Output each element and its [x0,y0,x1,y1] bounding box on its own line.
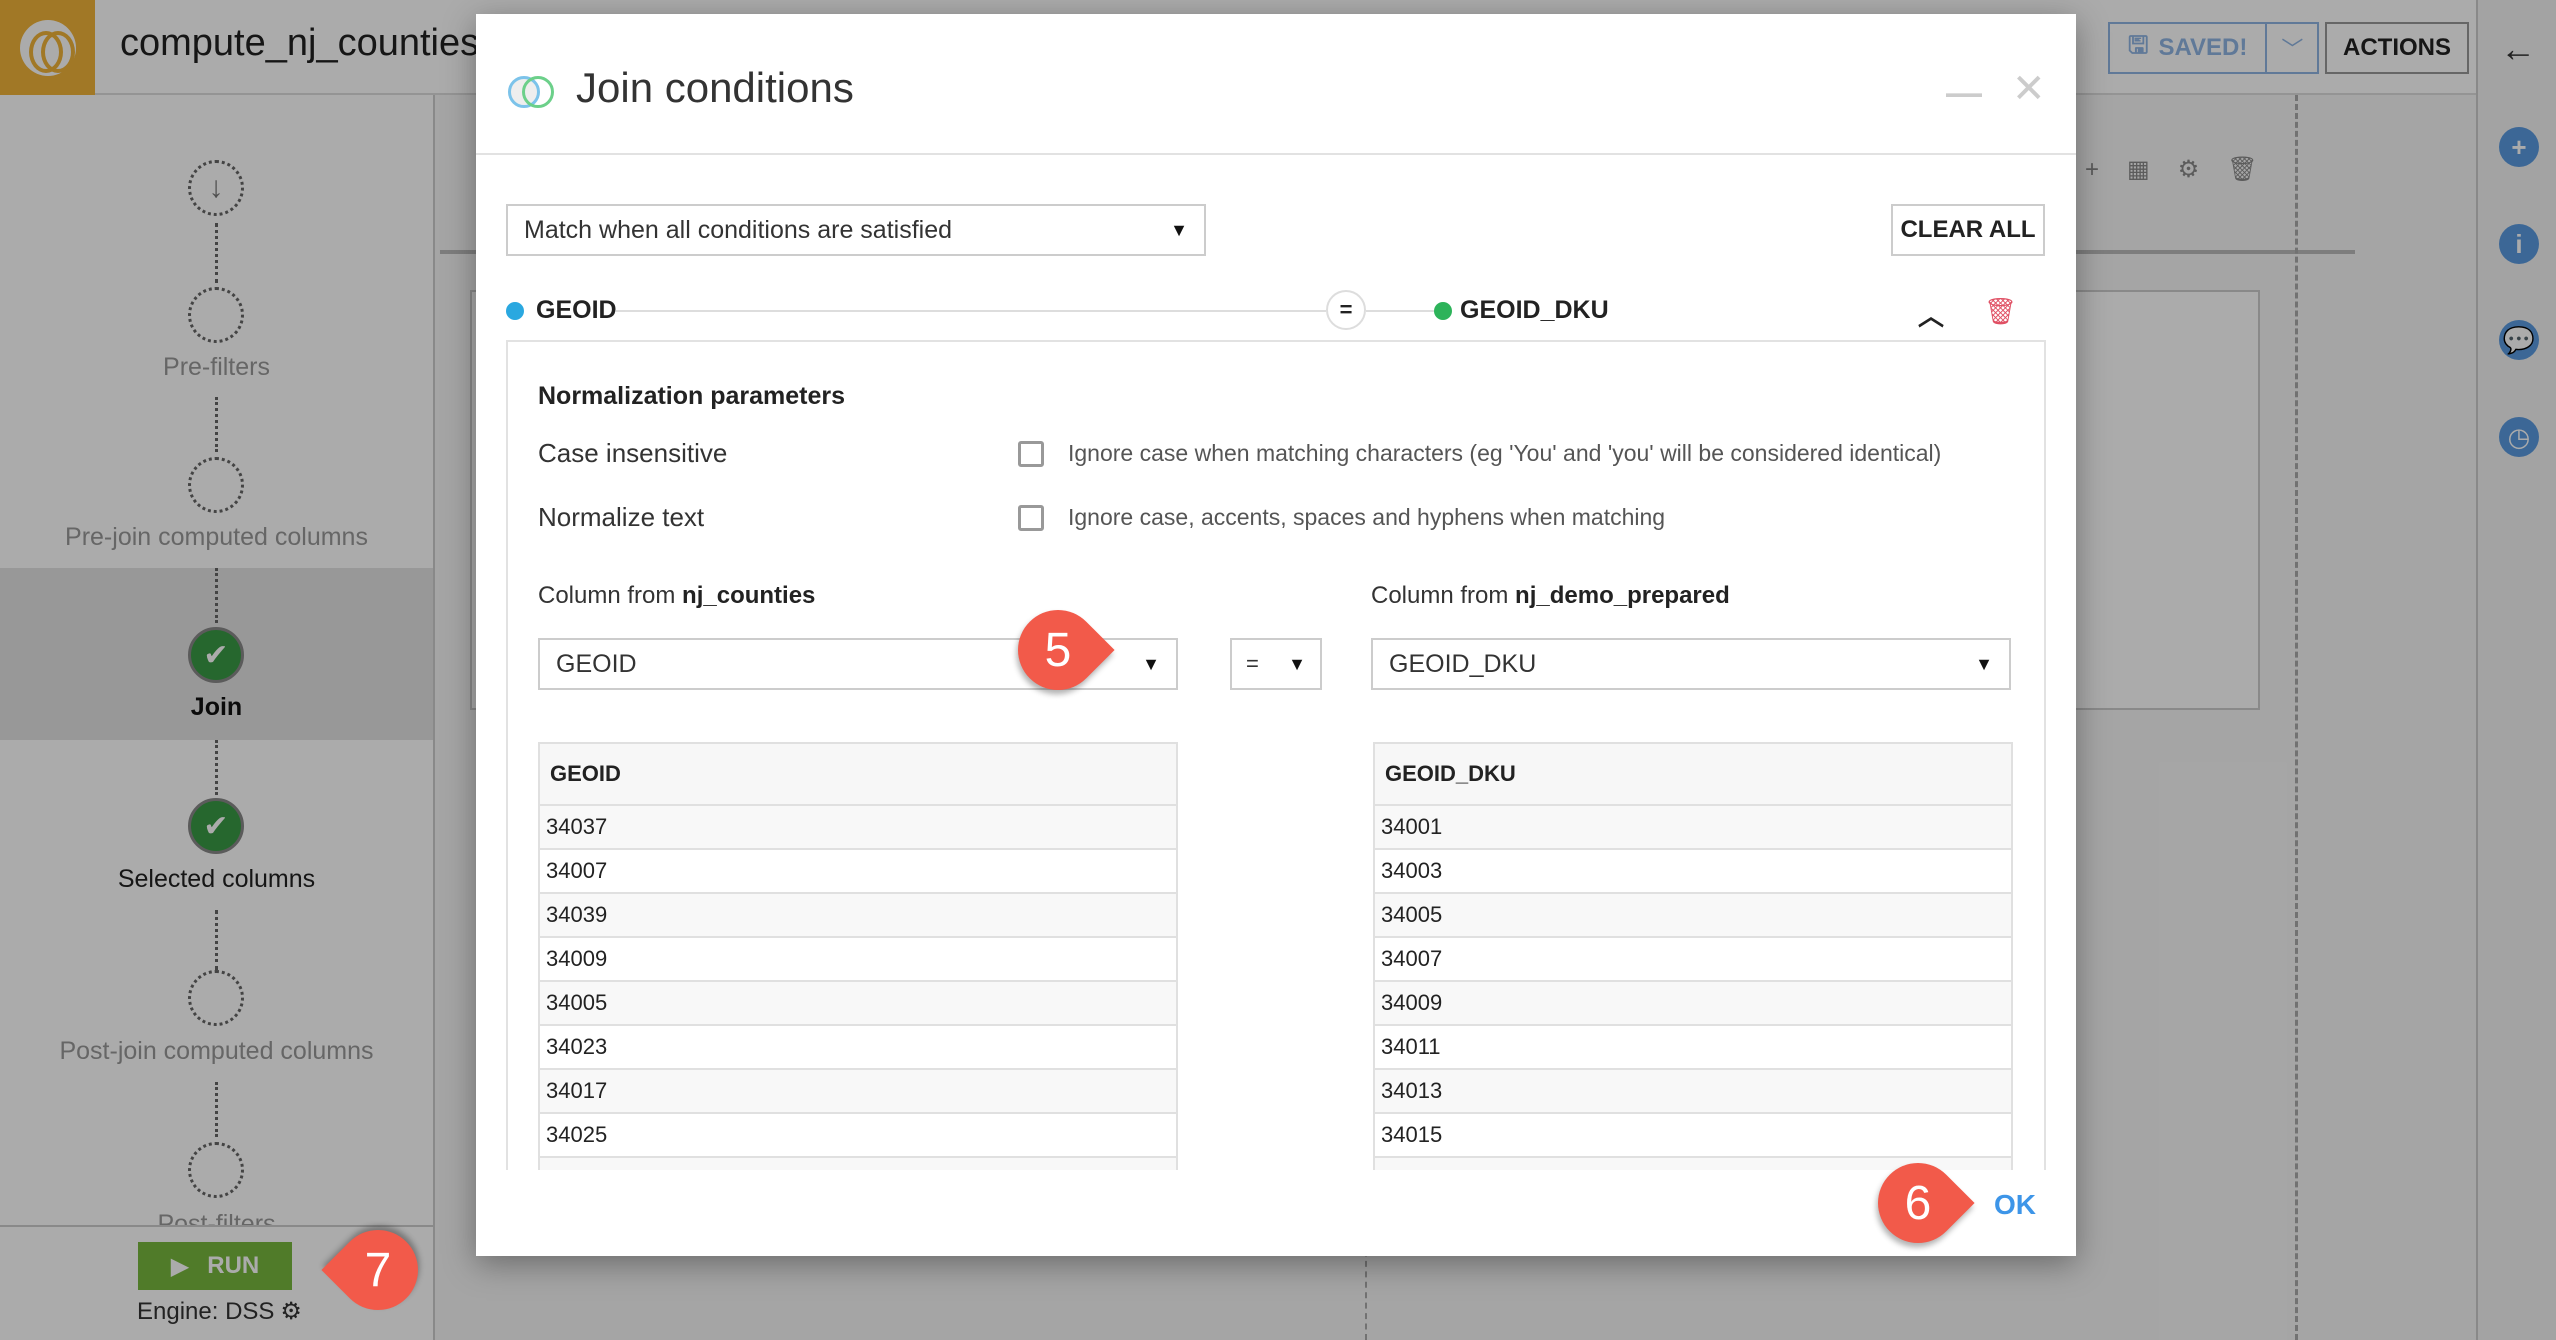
table-row: 34007 [1375,938,2011,982]
callout-number: 5 [1044,623,1072,677]
table-row: 34003 [1375,850,2011,894]
callout-number: 6 [1904,1176,1932,1230]
left-dataset-dot [506,302,524,320]
match-mode-value: Match when all conditions are satisfied [524,215,953,244]
left-column-from-label: Column from nj_counties [538,582,815,610]
clear-all-button[interactable]: CLEAR ALL [1891,204,2045,256]
right-column-from-label: Column from nj_demo_prepared [1371,582,1730,610]
modal-title: Join conditions [576,64,854,111]
table-row: 34007 [540,850,1176,894]
normalize-text-label: Normalize text [538,502,705,532]
join-condition-row[interactable]: GEOID = GEOID_DKU ︿ 🗑 [506,284,2046,336]
caret-down-icon: ▼ [1288,653,1306,674]
normalization-title: Normalization parameters [538,382,846,410]
join-conditions-modal: Join conditions — ✕ Match when all condi… [476,14,2076,1256]
table-row-partial [540,1158,1176,1170]
table-row: 34011 [1375,1026,2011,1070]
ok-button[interactable]: OK [1994,1189,2036,1221]
table-row: 34025 [540,1114,1176,1158]
condition-details-panel: Normalization parameters Case insensitiv… [506,340,2046,1170]
table-row: 34001 [1375,806,2011,850]
right-column-prefix: Column from [1371,582,1516,609]
right-dataset-dot [1434,302,1452,320]
right-column-select[interactable]: GEOID_DKU ▼ [1371,638,2011,690]
condition-left-column: GEOID [536,296,617,324]
table-row: 34005 [1375,894,2011,938]
join-venn-icon [508,76,558,108]
operator-value: = [1246,651,1259,676]
delete-condition-trash-icon[interactable]: 🗑 [1984,296,2017,327]
condition-operator: = [1326,290,1366,330]
normalize-text-description: Ignore case, accents, spaces and hyphens… [1068,504,1666,530]
chevron-up-icon[interactable]: ︿ [1918,296,1944,333]
table-row: 34013 [1375,1070,2011,1114]
table-row: 34039 [540,894,1176,938]
condition-line [1366,310,1434,312]
left-table-header: GEOID [540,744,1176,806]
condition-line [616,310,1326,312]
right-dataset-name: nj_demo_prepared [1515,582,1730,609]
table-row: 34017 [540,1070,1176,1114]
case-insensitive-checkbox[interactable] [1018,441,1044,467]
caret-down-icon: ▼ [1975,653,1993,674]
right-column-value: GEOID_DKU [1389,649,1537,678]
callout-number: 7 [364,1243,392,1297]
operator-select[interactable]: = ▼ [1230,638,1322,690]
table-row: 34015 [1375,1114,2011,1158]
close-icon[interactable]: ✕ [2012,66,2046,112]
modal-header: Join conditions — ✕ [476,14,2076,155]
table-row: 34009 [1375,982,2011,1026]
left-column-preview-table: GEOID 34037 34007 34039 34009 34005 34023 3401… [538,742,1178,1170]
table-row: 34037 [540,806,1176,850]
condition-right-column: GEOID_DKU [1460,296,1609,324]
match-mode-select[interactable]: Match when all conditions are satisfied … [506,204,1206,256]
right-column-preview-table: GEOID_DKU 34001 34003 34005 34007 34009 34011… [1373,742,2013,1170]
table-row: 34009 [540,938,1176,982]
normalize-text-checkbox[interactable] [1018,505,1044,531]
left-column-value: GEOID [556,649,637,678]
table-row: 34005 [540,982,1176,1026]
case-insensitive-label: Case insensitive [538,438,728,468]
left-column-prefix: Column from [538,582,683,609]
left-dataset-name: nj_counties [682,582,816,609]
right-table-body: 34001 34003 34005 34007 34009 34011 34013 34015 [1375,806,2011,1170]
case-insensitive-description: Ignore case when matching characters (eg… [1068,440,1942,466]
table-row: 34023 [540,1026,1176,1070]
left-table-body: 34037 34007 34039 34009 34005 34023 34017 34025 [540,806,1176,1170]
caret-down-icon: ▼ [1170,219,1188,240]
minimize-icon[interactable]: — [1946,72,1982,114]
caret-down-icon: ▼ [1142,653,1160,674]
right-table-header: GEOID_DKU [1375,744,2011,806]
